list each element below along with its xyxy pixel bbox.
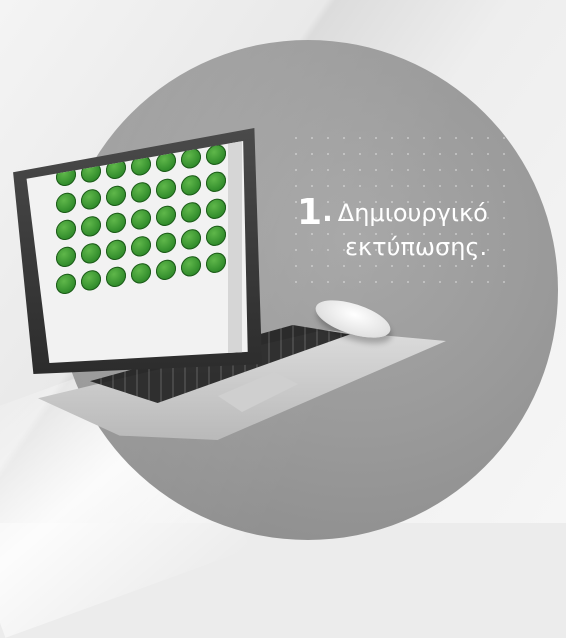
sticker [106,211,126,235]
laptop-illustration [0,0,566,523]
sticker [131,207,151,231]
sticker [156,204,176,228]
sticker [156,258,176,282]
step-caption: 1. Δημιουργικό εκτύπωσης. [297,192,488,262]
sticker [81,187,101,211]
sticker [206,170,226,194]
sticker [56,191,76,215]
step-title-line-1: Δημιουργικό [337,199,488,227]
sticker [181,200,201,224]
laptop-screen [26,141,248,363]
sticker [106,238,126,262]
sticker [81,214,101,238]
sticker [56,218,76,242]
step-dot: . [322,195,333,228]
sticker [206,224,226,248]
sticker [56,245,76,269]
sticker [81,268,101,292]
step-title-line-2: εκτύπωσης. [345,233,488,261]
sticker [156,231,176,255]
sticker [106,184,126,208]
sticker [131,234,151,258]
sticker [206,251,226,275]
sticker [181,173,201,197]
sticker [131,180,151,204]
sticker [81,241,101,265]
sticker [131,261,151,285]
sticker [156,177,176,201]
step-number: 1 [297,192,323,233]
sticker [206,197,226,221]
sticker [56,272,76,296]
sticker [181,254,201,278]
sticker [106,265,126,289]
sticker [181,227,201,251]
